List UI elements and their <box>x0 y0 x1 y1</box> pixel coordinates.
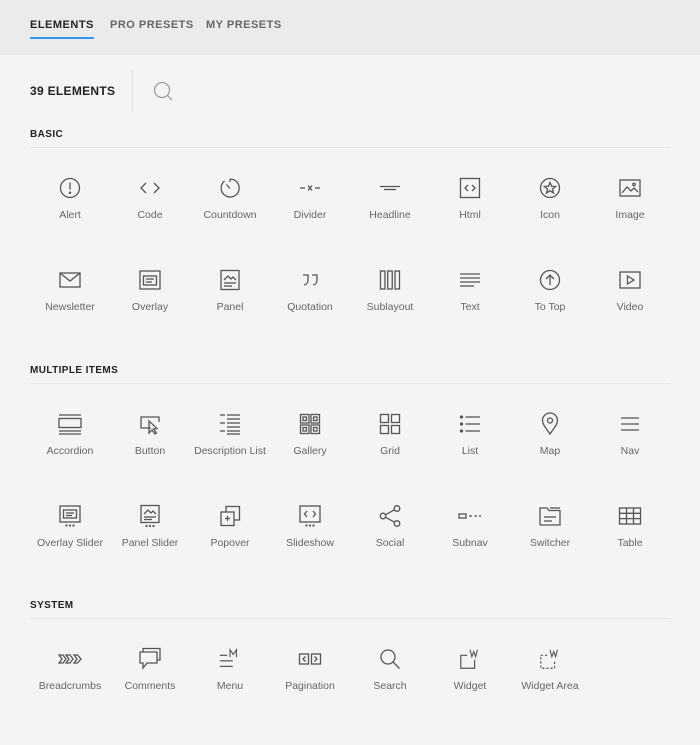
section-title: BASIC <box>30 129 64 140</box>
element-accordion[interactable]: Accordion <box>30 412 110 472</box>
nav-icon <box>618 412 642 436</box>
comments-icon <box>138 647 162 671</box>
element-alert[interactable]: Alert <box>30 176 110 236</box>
element-count: 39 ELEMENTS <box>30 84 116 98</box>
element-button[interactable]: Button <box>110 412 190 472</box>
search-element-icon <box>378 647 402 671</box>
overlay-slider-icon <box>58 504 82 528</box>
pagination-icon <box>298 647 322 671</box>
element-overlay-slider[interactable]: Overlay Slider <box>30 504 110 564</box>
element-slideshow[interactable]: Slideshow <box>270 504 350 564</box>
element-label: Widget Area <box>521 680 579 692</box>
image-icon <box>618 176 642 200</box>
element-label: Image <box>615 209 645 221</box>
element-code[interactable]: Code <box>110 176 190 236</box>
accordion-icon <box>58 412 82 436</box>
element-pagination[interactable]: Pagination <box>270 647 350 707</box>
overlay-icon <box>138 268 162 292</box>
search-button[interactable] <box>150 78 176 104</box>
tab-elements[interactable]: ELEMENTS <box>30 19 94 39</box>
element-map[interactable]: Map <box>510 412 590 472</box>
subnav-icon <box>458 504 482 528</box>
element-description-list[interactable]: Description List <box>190 412 270 472</box>
panel-slider-icon <box>138 504 162 528</box>
grid-icon <box>378 412 402 436</box>
element-switcher[interactable]: Switcher <box>510 504 590 564</box>
countdown-icon <box>218 176 242 200</box>
element-widget-area[interactable]: Widget Area <box>510 647 590 707</box>
element-popover[interactable]: Popover <box>190 504 270 564</box>
section-divider <box>30 383 670 384</box>
tab-pro-presets[interactable]: PRO PRESETS <box>110 19 194 39</box>
element-menu[interactable]: Menu <box>190 647 270 707</box>
element-social[interactable]: Social <box>350 504 430 564</box>
element-countdown[interactable]: Countdown <box>190 176 270 236</box>
html-icon <box>458 176 482 200</box>
widget-area-icon <box>538 647 562 671</box>
description-list-icon <box>218 412 242 436</box>
button-icon <box>138 412 162 436</box>
quotation-icon <box>298 268 322 292</box>
video-icon <box>618 268 642 292</box>
sublayout-icon <box>378 268 402 292</box>
element-icon[interactable]: Icon <box>510 176 590 236</box>
map-pin-icon <box>538 412 562 436</box>
element-image[interactable]: Image <box>590 176 670 236</box>
element-list[interactable]: List <box>430 412 510 472</box>
element-newsletter[interactable]: Newsletter <box>30 268 110 328</box>
social-icon <box>378 504 402 528</box>
newsletter-icon <box>58 268 82 292</box>
section-divider <box>30 147 670 148</box>
search-icon <box>153 81 173 101</box>
element-table[interactable]: Table <box>590 504 670 564</box>
element-headline[interactable]: Headline <box>350 176 430 236</box>
divider-icon <box>298 176 322 200</box>
element-panel[interactable]: Panel <box>190 268 270 328</box>
section-title: MULTIPLE ITEMS <box>30 365 119 376</box>
headline-icon <box>378 176 402 200</box>
section-title: SYSTEM <box>30 600 74 611</box>
to-top-icon <box>538 268 562 292</box>
element-label: Video <box>616 301 644 313</box>
menu-icon <box>218 647 242 671</box>
star-icon <box>538 176 562 200</box>
element-label: Nav <box>620 445 640 457</box>
element-gallery[interactable]: Gallery <box>270 412 350 472</box>
panel-icon <box>218 268 242 292</box>
divider <box>132 70 133 112</box>
element-divider[interactable]: Divider <box>270 176 350 236</box>
table-icon <box>618 504 642 528</box>
element-comments[interactable]: Comments <box>110 647 190 707</box>
element-overlay[interactable]: Overlay <box>110 268 190 328</box>
popover-icon <box>218 504 242 528</box>
header-bar: ELEMENTS PRO PRESETS MY PRESETS <box>0 0 700 55</box>
element-text[interactable]: Text <box>430 268 510 328</box>
element-label: Table <box>617 537 643 549</box>
element-grid[interactable]: Grid <box>350 412 430 472</box>
element-subnav[interactable]: Subnav <box>430 504 510 564</box>
element-video[interactable]: Video <box>590 268 670 328</box>
slideshow-icon <box>298 504 322 528</box>
text-icon <box>458 268 482 292</box>
code-icon <box>138 176 162 200</box>
element-breadcrumbs[interactable]: Breadcrumbs <box>30 647 110 707</box>
breadcrumbs-icon <box>58 647 82 671</box>
element-search[interactable]: Search <box>350 647 430 707</box>
tab-my-presets[interactable]: MY PRESETS <box>206 19 282 39</box>
widget-icon <box>458 647 482 671</box>
element-widget[interactable]: Widget <box>430 647 510 707</box>
switcher-icon <box>538 504 562 528</box>
element-quotation[interactable]: Quotation <box>270 268 350 328</box>
element-nav[interactable]: Nav <box>590 412 670 472</box>
section-divider <box>30 618 670 619</box>
list-icon <box>458 412 482 436</box>
element-to-top[interactable]: To Top <box>510 268 590 328</box>
element-panel-slider[interactable]: Panel Slider <box>110 504 190 564</box>
element-html[interactable]: Html <box>430 176 510 236</box>
alert-icon <box>58 176 82 200</box>
element-sublayout[interactable]: Sublayout <box>350 268 430 328</box>
gallery-icon <box>298 412 322 436</box>
